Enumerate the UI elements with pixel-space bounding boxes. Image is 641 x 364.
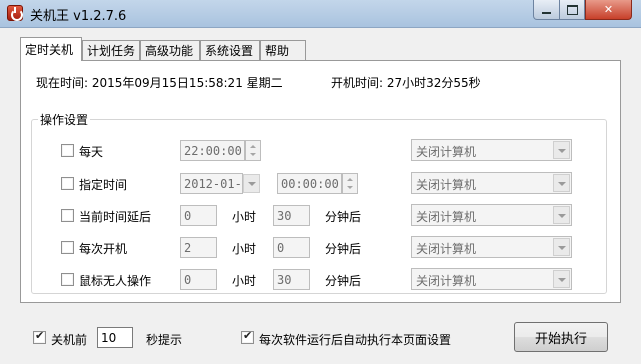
specific-action-select[interactable]: 关闭计算机: [411, 172, 572, 194]
specific-time-field[interactable]: 00:00:00: [277, 173, 342, 194]
chevron-down-icon[interactable]: [553, 141, 570, 159]
chevron-down-icon[interactable]: [553, 270, 570, 288]
current-time-text: 现在时间: 2015年09月15日15:58:21 星期二: [36, 76, 283, 90]
delay-hours-field[interactable]: 0: [180, 205, 217, 226]
on-boot-action-select[interactable]: 关闭计算机: [411, 236, 572, 258]
minutes-unit-label: 分钟后: [325, 274, 362, 288]
delay-minutes-field[interactable]: 30: [273, 205, 310, 226]
hours-unit-label: 小时: [232, 274, 257, 288]
uptime-text: 开机时间: 27小时32分55秒: [331, 76, 481, 90]
specific-time-checkbox[interactable]: [61, 177, 74, 190]
chevron-down-icon[interactable]: [553, 174, 570, 192]
specific-time-spinner[interactable]: [342, 173, 358, 194]
daily-time-field[interactable]: 22:00:00: [180, 140, 245, 161]
prompt-seconds-input[interactable]: 10: [97, 327, 133, 348]
daily-label: 每天: [79, 145, 104, 159]
on-boot-label: 每次开机: [79, 242, 128, 256]
power-icon: [7, 5, 23, 21]
chevron-down-icon[interactable]: [553, 206, 570, 224]
prompt-suffix-label: 秒提示: [146, 333, 183, 347]
prompt-before-shutdown-checkbox[interactable]: [33, 329, 46, 344]
on-boot-hours-field[interactable]: 2: [180, 237, 217, 258]
hours-unit-label: 小时: [232, 242, 257, 256]
close-icon: ✕: [603, 3, 614, 16]
daily-action-select[interactable]: 关闭计算机: [411, 139, 572, 161]
group-title: 操作设置: [38, 111, 91, 128]
tab-timed-shutdown[interactable]: 定时关机: [20, 37, 82, 61]
autorun-checkbox[interactable]: [241, 329, 254, 344]
window-title: 关机王 v1.2.7.6: [30, 9, 127, 24]
title-bar[interactable]: 关机王 v1.2.7.6 ✕: [0, 0, 641, 28]
prompt-before-label: 关机前: [51, 333, 88, 347]
mouse-idle-action-select[interactable]: 关闭计算机: [411, 268, 572, 290]
minutes-unit-label: 分钟后: [325, 210, 362, 224]
daily-time-spinner[interactable]: [245, 140, 261, 161]
autorun-label: 每次软件运行后自动执行本页面设置: [259, 333, 452, 347]
delay-action-select[interactable]: 关闭计算机: [411, 204, 572, 226]
delay-label: 当前时间延后: [79, 210, 152, 224]
calendar-dropdown-icon[interactable]: [243, 174, 260, 193]
tab-help[interactable]: 帮助: [260, 40, 306, 60]
specific-time-label: 指定时间: [79, 178, 128, 192]
mouse-idle-minutes-field[interactable]: 30: [273, 269, 310, 290]
hours-unit-label: 小时: [232, 210, 257, 224]
tab-scheduled-tasks[interactable]: 计划任务: [82, 40, 140, 60]
minimize-button[interactable]: [533, 0, 560, 20]
mouse-idle-hours-field[interactable]: 0: [180, 269, 217, 290]
specific-date-field[interactable]: 2012-01-01: [180, 173, 243, 194]
mouse-idle-checkbox[interactable]: [61, 273, 74, 286]
minutes-unit-label: 分钟后: [325, 242, 362, 256]
delay-checkbox[interactable]: [61, 209, 74, 222]
daily-checkbox[interactable]: [61, 144, 74, 157]
maximize-button[interactable]: [559, 0, 585, 20]
tab-advanced[interactable]: 高级功能: [140, 40, 200, 60]
tab-system-settings[interactable]: 系统设置: [200, 40, 260, 60]
on-boot-checkbox[interactable]: [61, 241, 74, 254]
close-button[interactable]: ✕: [585, 0, 632, 20]
on-boot-minutes-field[interactable]: 0: [273, 237, 310, 258]
start-button[interactable]: 开始执行: [514, 322, 608, 352]
chevron-down-icon[interactable]: [553, 238, 570, 256]
mouse-idle-label: 鼠标无人操作: [79, 274, 152, 288]
